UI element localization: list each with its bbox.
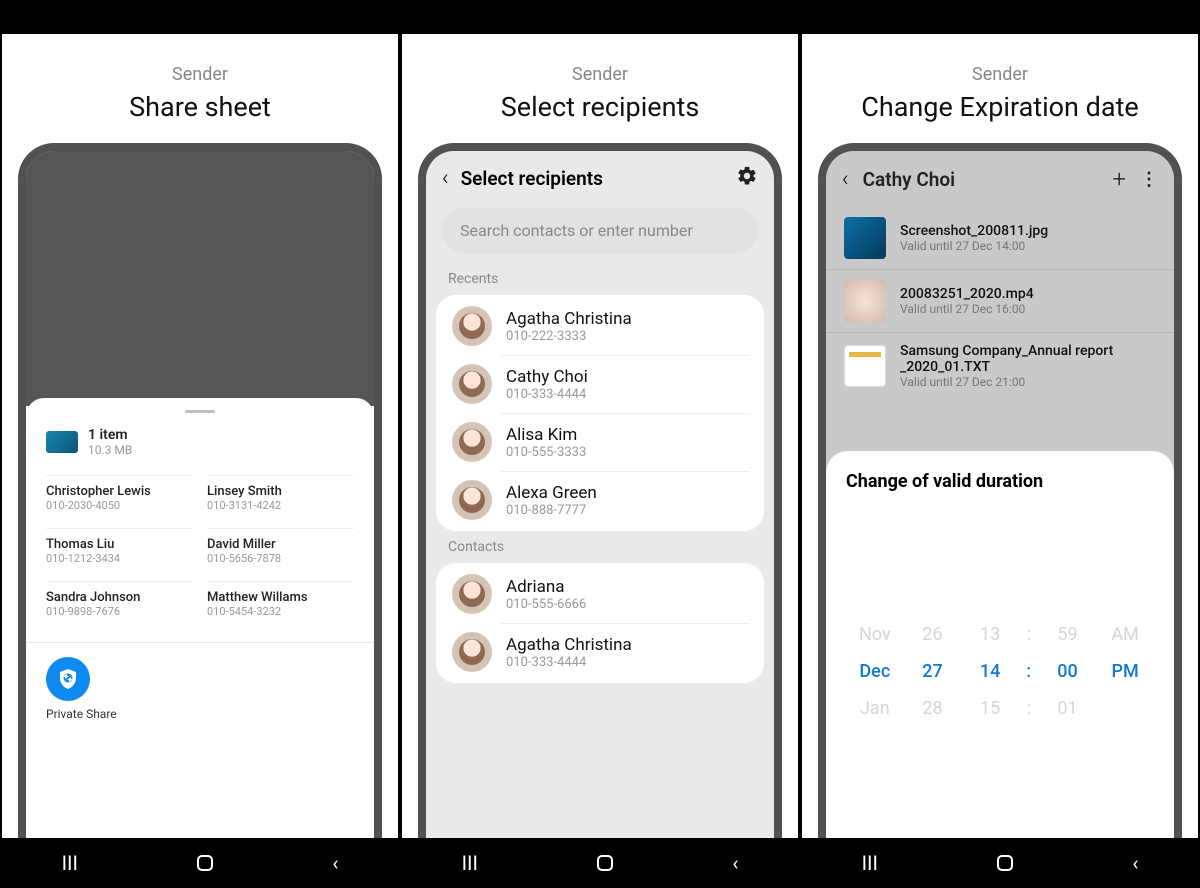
- more-icon[interactable]: ⋮: [1140, 169, 1158, 190]
- shield-share-icon: [46, 657, 90, 701]
- phone-frame: ‹ Select recipients Search contacts or e…: [418, 143, 782, 888]
- back-icon[interactable]: ‹: [842, 167, 849, 192]
- list-item[interactable]: Cathy Choi010-333-4444: [436, 355, 764, 413]
- back-nav-icon[interactable]: ‹: [732, 851, 738, 875]
- panel-header: Sender Select recipients: [402, 34, 798, 143]
- nav-bar: III ‹: [802, 838, 1198, 888]
- nav-bar: III ‹: [402, 838, 798, 888]
- home-nav-icon[interactable]: [997, 855, 1013, 871]
- contacts-label: Contacts: [426, 531, 774, 563]
- list-item[interactable]: Adriana010-555-6666: [436, 565, 764, 623]
- item-size: 10.3 MB: [88, 443, 132, 457]
- top-bar: [802, 0, 1198, 34]
- status-dark-area: [26, 151, 374, 406]
- panel-header: Sender Change Expiration date: [802, 34, 1198, 143]
- picker-row-selected[interactable]: Dec27 14:00PM: [846, 661, 1154, 682]
- share-sheet: 1 item 10.3 MB Christopher Lewis010-2030…: [26, 398, 374, 888]
- gear-icon[interactable]: [736, 165, 758, 192]
- contact-cell[interactable]: David Miller010-5656-7878: [207, 528, 354, 573]
- panel-subtitle: Sender: [12, 64, 388, 85]
- home-nav-icon[interactable]: [597, 855, 613, 871]
- back-nav-icon[interactable]: ‹: [332, 851, 338, 875]
- top-bar: [2, 0, 398, 34]
- duration-bottom-sheet: Change of valid duration Nov26 13:59AM D…: [826, 451, 1174, 888]
- panel-change-expiration: Sender Change Expiration date ‹ Cathy Ch…: [802, 0, 1198, 888]
- screen-title: Select recipients: [461, 167, 724, 190]
- panel-subtitle: Sender: [412, 64, 788, 85]
- back-icon[interactable]: ‹: [442, 166, 449, 191]
- panel-title: Change Expiration date: [812, 91, 1188, 123]
- contacts-list: Adriana010-555-6666 Agatha Christina010-…: [436, 563, 764, 683]
- list-item[interactable]: Alexa Green010-888-7777: [436, 471, 764, 529]
- sheet-title: Change of valid duration: [846, 471, 1154, 492]
- private-share-label: Private Share: [46, 707, 117, 721]
- recents-list: Agatha Christina010-222-3333 Cathy Choi0…: [436, 295, 764, 531]
- divider: [26, 642, 374, 643]
- nav-bar: III ‹: [2, 838, 398, 888]
- private-share-button[interactable]: Private Share: [46, 657, 354, 729]
- contact-cell[interactable]: Thomas Liu010-1212-3434: [46, 528, 193, 573]
- avatar: [452, 364, 492, 404]
- contact-cell[interactable]: Christopher Lewis010-2030-4050: [46, 475, 193, 520]
- file-thumb-icon: [844, 280, 886, 322]
- contact-cell[interactable]: Linsey Smith010-3131-4242: [207, 475, 354, 520]
- list-item[interactable]: Agatha Christina010-333-4444: [436, 623, 764, 681]
- back-nav-icon[interactable]: ‹: [1132, 851, 1138, 875]
- list-item[interactable]: Alisa Kim010-555-3333: [436, 413, 764, 471]
- phone-frame: 1 item 10.3 MB Christopher Lewis010-2030…: [18, 143, 382, 888]
- contact-cell[interactable]: Sandra Johnson010-9898-7676: [46, 581, 193, 626]
- file-row[interactable]: Screenshot_200811.jpgValid until 27 Dec …: [826, 207, 1174, 270]
- picker-row-prev[interactable]: Nov26 13:59AM: [846, 624, 1154, 645]
- add-icon[interactable]: +: [1112, 165, 1126, 193]
- file-thumb-icon: [844, 345, 886, 387]
- quick-contacts: Christopher Lewis010-2030-4050 Linsey Sm…: [46, 475, 354, 626]
- panel-share-sheet: Sender Share sheet 1 item 10.3 MB Christ…: [2, 0, 398, 888]
- home-nav-icon[interactable]: [197, 855, 213, 871]
- avatar: [452, 574, 492, 614]
- phone-frame: ‹ Cathy Choi + ⋮ Screenshot_200811.jpgVa…: [818, 143, 1182, 888]
- avatar: [452, 422, 492, 462]
- picker-row-next[interactable]: Jan28 15:01: [846, 698, 1154, 719]
- panel-select-recipients: Sender Select recipients ‹ Select recipi…: [402, 0, 798, 888]
- panel-header: Sender Share sheet: [2, 34, 398, 143]
- avatar: [452, 306, 492, 346]
- file-row[interactable]: Samsung Company_Annual report _2020_01.T…: [826, 333, 1174, 399]
- screen-header: ‹ Cathy Choi + ⋮: [826, 151, 1174, 207]
- top-bar: [402, 0, 798, 34]
- file-row[interactable]: 20083251_2020.mp4Valid until 27 Dec 16:0…: [826, 270, 1174, 333]
- recents-label: Recents: [426, 263, 774, 295]
- recents-nav-icon[interactable]: III: [62, 851, 78, 875]
- panel-subtitle: Sender: [812, 64, 1188, 85]
- file-list: Screenshot_200811.jpgValid until 27 Dec …: [826, 207, 1174, 399]
- recents-nav-icon[interactable]: III: [462, 851, 478, 875]
- file-thumbnail-icon: [46, 431, 78, 453]
- avatar: [452, 632, 492, 672]
- file-thumb-icon: [844, 217, 886, 259]
- item-summary: 1 item 10.3 MB: [46, 427, 354, 457]
- screen-title: Cathy Choi: [863, 168, 1099, 191]
- panel-title: Share sheet: [12, 91, 388, 123]
- list-item[interactable]: Agatha Christina010-222-3333: [436, 297, 764, 355]
- datetime-picker[interactable]: Nov26 13:59AM Dec27 14:00PM Jan28 15:01: [846, 518, 1154, 824]
- panel-title: Select recipients: [412, 91, 788, 123]
- drag-handle[interactable]: [185, 410, 215, 413]
- search-input[interactable]: Search contacts or enter number: [442, 208, 758, 253]
- item-count: 1 item: [88, 427, 132, 443]
- contact-cell[interactable]: Matthew Willams010-5454-3232: [207, 581, 354, 626]
- avatar: [452, 480, 492, 520]
- screen-header: ‹ Select recipients: [426, 151, 774, 206]
- recents-nav-icon[interactable]: III: [862, 851, 878, 875]
